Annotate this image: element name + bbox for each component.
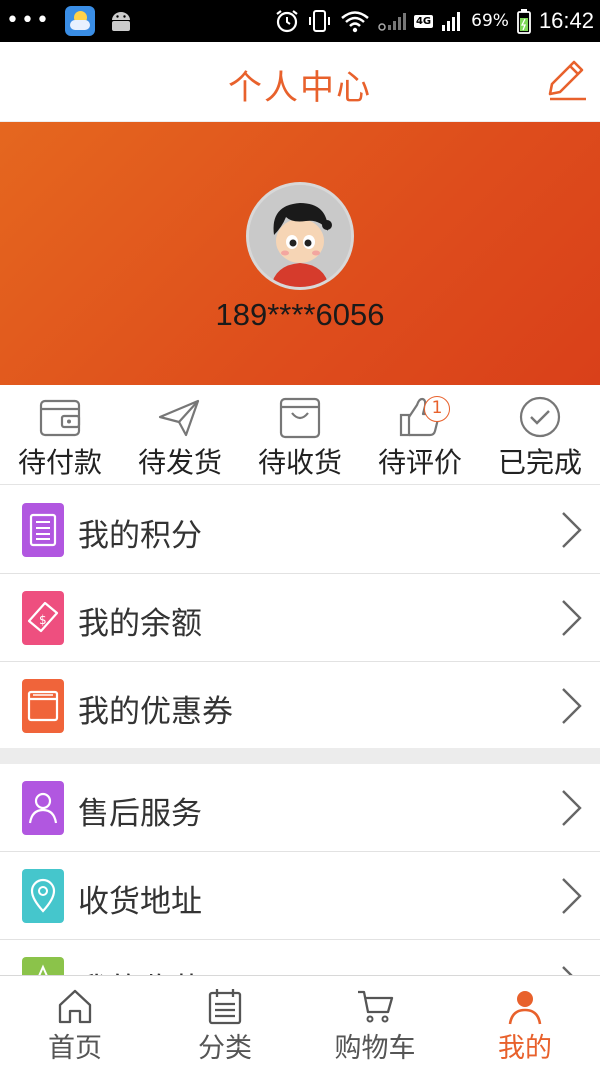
wallet-icon	[39, 399, 81, 437]
category-icon	[208, 989, 242, 1025]
bottom-nav: 首页 分类 购物车 我的	[0, 975, 600, 1067]
menu-item-after-sales[interactable]: 售后服务	[0, 764, 600, 852]
nav-category[interactable]: 分类	[150, 976, 300, 1067]
location-pin-icon	[22, 869, 64, 923]
menu-item-address[interactable]: 收货地址	[0, 852, 600, 940]
coupon-icon	[22, 679, 64, 733]
profile-banner: 189****6056	[0, 122, 600, 385]
order-pending-shipment[interactable]: 待发货	[120, 385, 240, 484]
battery-icon	[517, 8, 531, 34]
status-bar: ••• 4G 69% 16:42	[0, 0, 600, 42]
page-title: 个人中心	[228, 68, 372, 108]
alarm-icon	[274, 8, 300, 34]
section-divider	[0, 748, 600, 764]
edit-pencil-icon	[548, 60, 586, 101]
star-icon	[22, 957, 64, 975]
menu-item-coupons[interactable]: 我的优惠券	[0, 662, 600, 750]
network-type: 4G	[413, 14, 434, 28]
balance-ticket-icon: $	[22, 591, 64, 645]
check-circle-icon	[519, 396, 561, 438]
chevron-right-icon	[562, 688, 582, 724]
signal-strong-icon	[441, 10, 463, 32]
nav-home[interactable]: 首页	[0, 976, 150, 1067]
chevron-right-icon	[562, 878, 582, 914]
user-phone: 189****6056	[215, 297, 385, 332]
menu-item-favorites[interactable]: 我的收藏	[0, 940, 600, 975]
paper-plane-icon	[158, 399, 200, 437]
order-label: 待付款	[17, 446, 102, 479]
order-pending-receipt[interactable]: 待收货	[240, 385, 360, 484]
order-label: 待发货	[137, 446, 222, 479]
review-count-badge: 1	[424, 396, 450, 422]
menu-label: 收货地址	[78, 884, 202, 920]
wifi-icon	[340, 9, 370, 33]
edit-button[interactable]	[544, 56, 592, 104]
home-icon	[58, 989, 92, 1024]
nav-profile[interactable]: 我的	[450, 976, 600, 1067]
signal-weak-icon	[378, 10, 406, 32]
clock: 16:42	[538, 8, 594, 33]
nav-cart[interactable]: 购物车	[300, 976, 450, 1067]
menu-item-balance[interactable]: $ 我的余额	[0, 574, 600, 662]
chevron-right-icon	[562, 966, 573, 975]
order-pending-payment[interactable]: 待付款	[0, 385, 120, 484]
order-status-row: 待付款 待发货 待收货 1 待评价 已完成	[0, 385, 600, 485]
menu-label: 售后服务	[78, 796, 202, 832]
chevron-right-icon	[562, 600, 582, 636]
menu-label: 我的收藏	[78, 964, 202, 975]
cart-icon	[358, 990, 394, 1023]
order-label: 已完成	[497, 446, 582, 479]
battery-percent: 69%	[471, 11, 509, 31]
vibrate-icon	[308, 8, 332, 34]
order-completed[interactable]: 已完成	[480, 385, 600, 484]
nav-label: 首页	[48, 1033, 102, 1064]
menu-label: 我的余额	[78, 606, 202, 642]
svg-text:$: $	[39, 613, 47, 627]
box-icon	[279, 397, 321, 439]
more-notifications-icon: •••	[6, 8, 51, 33]
menu-label: 我的积分	[78, 518, 202, 554]
user-service-icon	[22, 781, 64, 835]
avatar[interactable]	[246, 182, 354, 290]
order-pending-review[interactable]: 1 待评价	[360, 385, 480, 484]
android-icon	[109, 10, 133, 32]
nav-label: 购物车	[334, 1033, 416, 1064]
profile-icon	[508, 991, 542, 1025]
menu-item-points[interactable]: 我的积分	[0, 486, 600, 574]
chevron-right-icon	[562, 512, 582, 548]
order-label: 待收货	[257, 446, 342, 479]
nav-label: 分类	[198, 1033, 252, 1064]
order-label: 待评价	[377, 446, 462, 479]
avatar-cartoon-icon	[249, 185, 351, 287]
chevron-right-icon	[562, 790, 582, 826]
menu-group-services: 售后服务 收货地址 我的收藏	[0, 764, 600, 975]
menu-group-assets: 我的积分 $ 我的余额 我的优惠券	[0, 486, 600, 750]
app-header: 个人中心	[0, 42, 600, 122]
menu-label: 我的优惠券	[78, 694, 233, 730]
weather-app-icon	[64, 6, 95, 36]
nav-label: 我的	[498, 1033, 552, 1064]
points-list-icon	[22, 503, 64, 557]
